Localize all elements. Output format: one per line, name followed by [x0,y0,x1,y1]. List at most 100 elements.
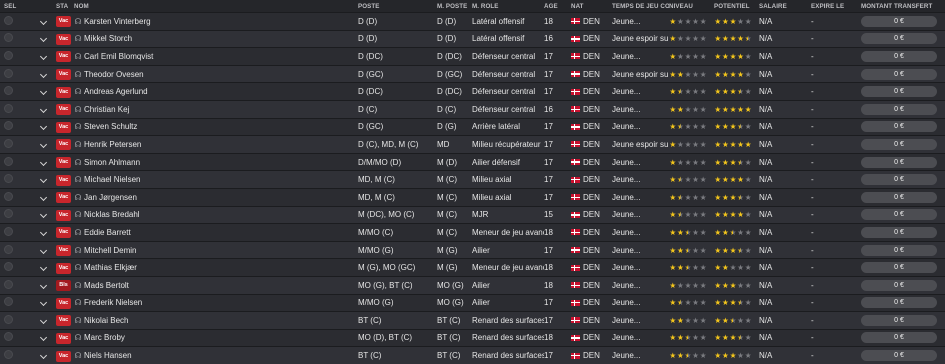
transfer-value-pill[interactable]: 0 € [861,297,937,309]
transfer-value-cell[interactable]: 0 € [861,209,937,221]
transfer-value-cell[interactable]: 0 € [861,262,937,274]
expand-toggle[interactable] [30,210,56,219]
player-name[interactable]: Henrik Petersen [84,140,141,149]
transfer-value-cell[interactable]: 0 € [861,174,937,186]
transfer-value-pill[interactable]: 0 € [861,174,937,186]
chevron-down-icon[interactable] [39,211,47,219]
table-row[interactable]: Vac ☊ Christian Kej D (C) D (C) Défenseur… [0,99,945,118]
expand-toggle[interactable] [30,52,56,61]
table-row[interactable]: Vac ☊ Eddie Barrett M/MO (C) M (C) Meneur… [0,223,945,241]
chevron-down-icon[interactable] [39,88,47,96]
transfer-value-cell[interactable]: 0 € [861,15,937,27]
table-row[interactable]: Vac ☊ Jan Jørgensen MD, M (C) M (C) Milie… [0,187,945,206]
radio-icon[interactable] [4,226,13,236]
col-header-poste[interactable]: POSTE [358,3,437,10]
name-cell[interactable]: ☊ Carl Emil Blomqvist [74,52,358,61]
player-name[interactable]: Christian Kej [84,105,129,114]
col-header-niveau[interactable]: NIVEAU [669,3,714,10]
name-cell[interactable]: ☊ Theodor Ovesen [74,70,358,79]
table-row[interactable]: Vac ☊ Nikolai Bech BT (C) BT (C) Renard d… [0,311,945,329]
expand-toggle[interactable] [30,246,56,255]
expand-toggle[interactable] [30,105,56,114]
player-name[interactable]: Andreas Agerlund [84,87,148,96]
transfer-value-cell[interactable]: 0 € [861,86,937,98]
radio-icon[interactable] [4,68,13,78]
table-row[interactable]: Vac ☊ Theodor Ovesen D (GC) D (GC) Défens… [0,64,945,83]
expand-toggle[interactable] [30,34,56,43]
name-cell[interactable]: ☊ Niels Hansen [74,351,358,360]
player-name[interactable]: Mikkel Storch [84,34,132,43]
player-name[interactable]: Carl Emil Blomqvist [84,52,153,61]
name-cell[interactable]: ☊ Mathias Elkjær [74,263,358,272]
table-row[interactable]: Vac ☊ Simon Ahlmann D/M/MO (D) M (D) Aili… [0,152,945,171]
chevron-down-icon[interactable] [39,158,47,166]
table-row[interactable]: Vac ☊ Mitchell Demin M/MO (G) M (G) Ailie… [0,240,945,259]
select-radio[interactable] [0,297,30,308]
select-radio[interactable] [0,191,30,203]
table-row[interactable]: Vac ☊ Michael Nielsen MD, M (C) M (C) Mil… [0,170,945,188]
radio-icon[interactable] [4,244,13,254]
name-cell[interactable]: ☊ Simon Ahlmann [74,158,358,167]
transfer-value-cell[interactable]: 0 € [861,350,937,362]
chevron-down-icon[interactable] [39,334,47,342]
expand-toggle[interactable] [30,175,56,184]
transfer-value-pill[interactable]: 0 € [861,314,937,326]
radio-icon[interactable] [4,279,13,289]
transfer-value-pill[interactable]: 0 € [861,209,937,221]
transfer-value-pill[interactable]: 0 € [861,279,937,291]
name-cell[interactable]: ☊ Jan Jørgensen [74,193,358,202]
transfer-value-cell[interactable]: 0 € [861,121,937,133]
name-cell[interactable]: ☊ Nicklas Bredahl [74,210,358,219]
transfer-value-pill[interactable]: 0 € [861,138,937,150]
expand-toggle[interactable] [30,228,56,237]
name-cell[interactable]: ☊ Eddie Barrett [74,228,358,237]
expand-toggle[interactable] [30,140,56,149]
transfer-value-cell[interactable]: 0 € [861,297,937,309]
col-header-salaire[interactable]: SALAIRE [759,3,811,10]
chevron-down-icon[interactable] [39,176,47,184]
transfer-value-pill[interactable]: 0 € [861,244,937,256]
transfer-value-cell[interactable]: 0 € [861,244,937,256]
col-header-expire[interactable]: EXPIRE LE [811,3,861,10]
table-row[interactable]: Vac ☊ Mathias Elkjær M (G), MO (GC) M (G)… [0,258,945,276]
table-row[interactable]: Vac ☊ Andreas Agerlund D (DC) D (DC) Défe… [0,82,945,100]
select-radio[interactable] [0,350,30,361]
transfer-value-pill[interactable]: 0 € [861,68,937,80]
table-row[interactable]: Vac ☊ Carl Emil Blomqvist D (DC) D (DC) D… [0,47,945,65]
player-name[interactable]: Niels Hansen [84,351,132,360]
col-header-nat[interactable]: NAT [571,3,612,10]
name-cell[interactable]: ☊ Mitchell Demin [74,246,358,255]
chevron-down-icon[interactable] [39,264,47,272]
col-header-sta[interactable]: STA [56,3,74,10]
transfer-value-pill[interactable]: 0 € [861,262,937,274]
name-cell[interactable]: ☊ Henrik Petersen [74,140,358,149]
table-row[interactable]: Bls ☊ Mads Bertolt MO (G), BT (C) MO (G) … [0,275,945,294]
transfer-value-pill[interactable]: 0 € [861,33,937,45]
transfer-value-cell[interactable]: 0 € [861,33,937,45]
transfer-value-pill[interactable]: 0 € [861,191,937,203]
transfer-value-cell[interactable]: 0 € [861,191,937,203]
expand-toggle[interactable] [30,122,56,131]
radio-icon[interactable] [4,15,13,25]
expand-toggle[interactable] [30,281,56,290]
chevron-down-icon[interactable] [39,35,47,43]
player-name[interactable]: Eddie Barrett [84,228,131,237]
radio-icon[interactable] [4,121,13,131]
player-name[interactable]: Mathias Elkjær [84,263,137,272]
select-radio[interactable] [0,226,30,238]
radio-icon[interactable] [4,191,13,201]
select-radio[interactable] [0,209,30,220]
name-cell[interactable]: ☊ Mads Bertolt [74,281,358,290]
transfer-value-cell[interactable]: 0 € [861,226,937,238]
transfer-value-cell[interactable]: 0 € [861,103,937,115]
col-header-montant[interactable]: MONTANT TRANSFERT [861,3,937,10]
name-cell[interactable]: ☊ Nikolai Bech [74,316,358,325]
player-name[interactable]: Frederik Nielsen [84,298,142,307]
name-cell[interactable]: ☊ Frederik Nielsen [74,298,358,307]
expand-toggle[interactable] [30,70,56,79]
select-radio[interactable] [0,156,30,168]
radio-icon[interactable] [4,332,13,342]
player-name[interactable]: Marc Broby [84,333,125,342]
chevron-down-icon[interactable] [39,352,47,360]
transfer-value-cell[interactable]: 0 € [861,156,937,168]
